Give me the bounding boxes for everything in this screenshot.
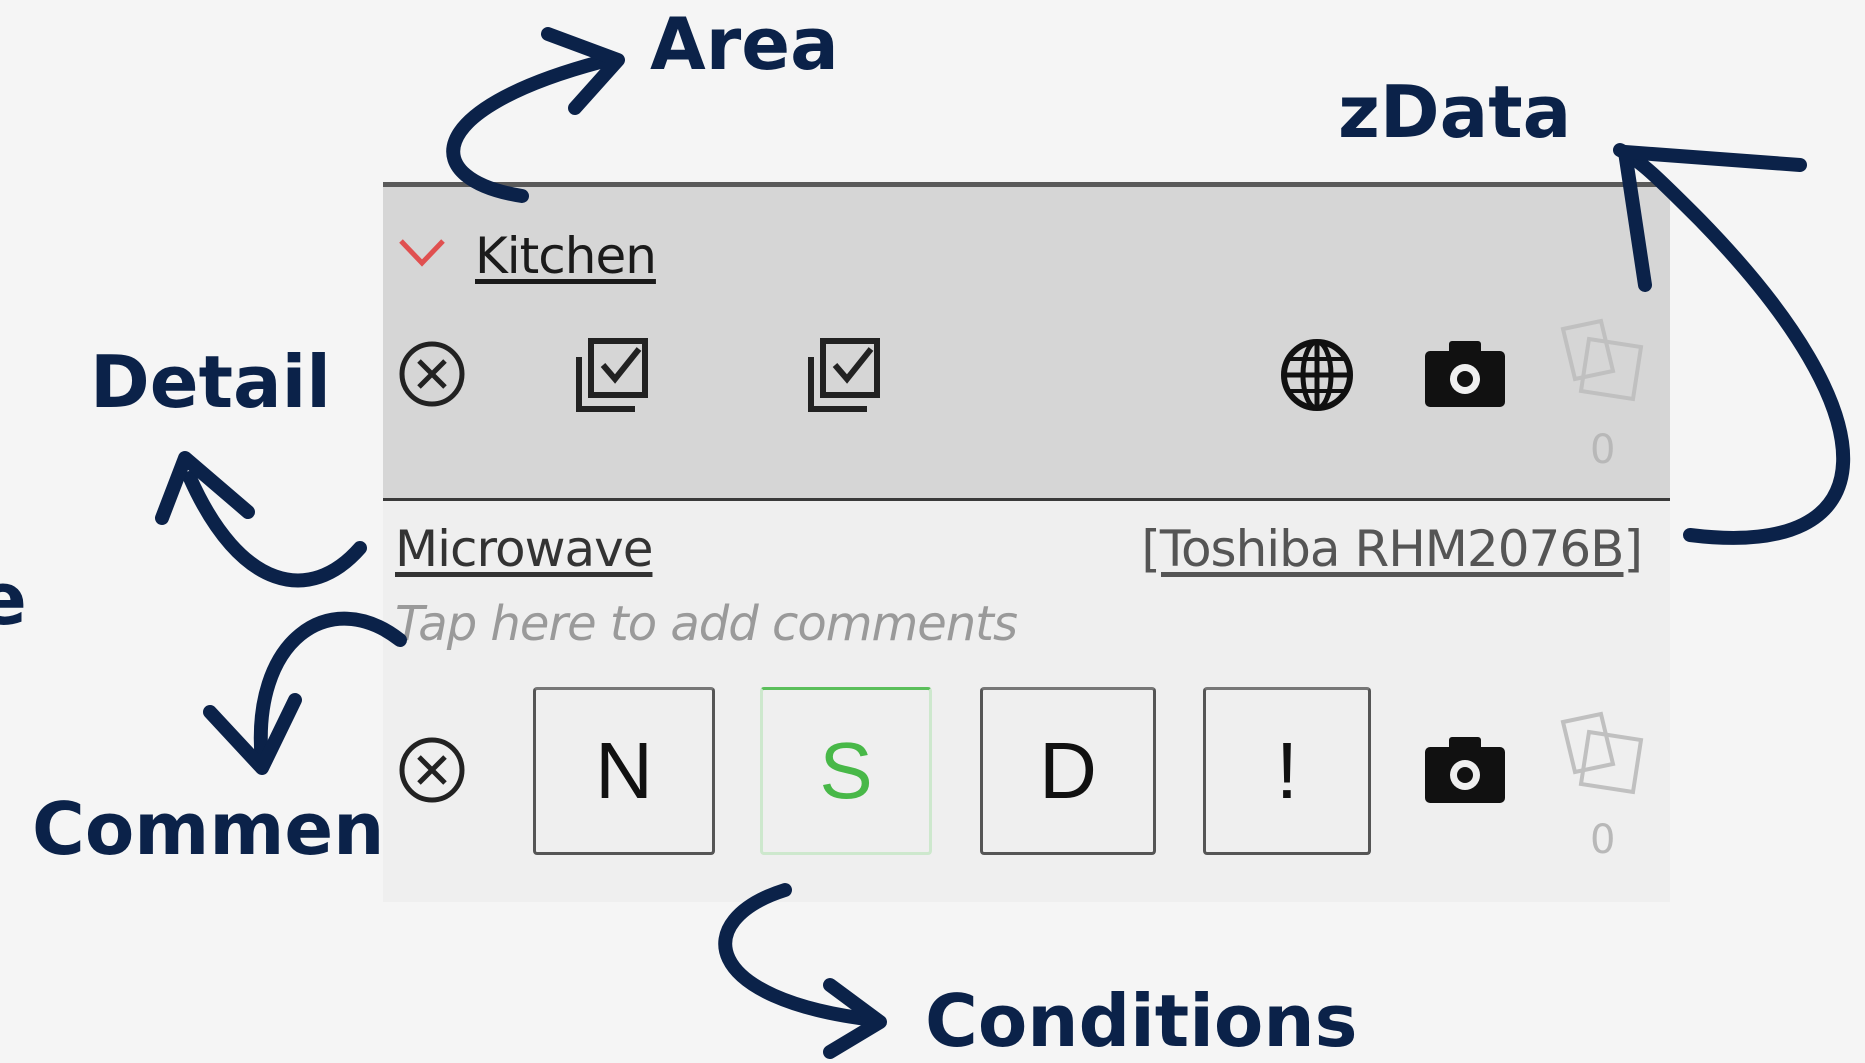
arrow-conditions (718, 883, 882, 1027)
arrow-detail-head (155, 451, 255, 525)
checklist-icon[interactable] (805, 335, 885, 415)
inspection-panel: Kitchen 0 Microwave [Toshiba RHM2076B] T… (383, 182, 1670, 902)
chevron-down-icon[interactable] (397, 235, 447, 269)
detail-model[interactable]: [Toshiba RHM2076B] (1141, 520, 1643, 578)
area-title[interactable]: Kitchen (475, 227, 657, 285)
detail-photo-count: 0 (1590, 817, 1616, 863)
camera-icon[interactable] (1423, 735, 1507, 805)
arrow-comment-head (203, 693, 302, 775)
condition-button-n[interactable]: N (533, 687, 715, 855)
callout-detail: Detail (90, 340, 331, 424)
photo-stack-icon[interactable] (1553, 317, 1653, 407)
callout-zdata: zData (1338, 70, 1572, 154)
detail-name[interactable]: Microwave (395, 520, 653, 578)
callout-partial: e (0, 557, 27, 641)
comment-input[interactable]: Tap here to add comments (395, 596, 1018, 652)
close-circle-icon[interactable] (397, 339, 467, 409)
camera-icon[interactable] (1423, 339, 1507, 409)
close-circle-icon[interactable] (397, 735, 467, 805)
globe-icon[interactable] (1279, 337, 1355, 413)
area-header: Kitchen 0 (383, 182, 1670, 500)
arrow-area-head (541, 27, 625, 115)
condition-button-alert[interactable]: ! (1203, 687, 1371, 855)
callout-comment: Comment (32, 787, 419, 871)
arrow-detail (183, 471, 367, 588)
photo-stack-icon[interactable] (1553, 710, 1653, 800)
callout-area: Area (650, 2, 839, 86)
callout-conditions: Conditions (925, 979, 1358, 1063)
arrow-conditions-head (823, 978, 887, 1059)
checklist-icon[interactable] (573, 335, 653, 415)
condition-button-s[interactable]: S (760, 687, 932, 855)
arrow-area (446, 55, 607, 203)
arrow-comment (253, 611, 407, 769)
divider (383, 498, 1670, 501)
area-photo-count: 0 (1590, 427, 1616, 473)
condition-button-d[interactable]: D (980, 687, 1156, 855)
